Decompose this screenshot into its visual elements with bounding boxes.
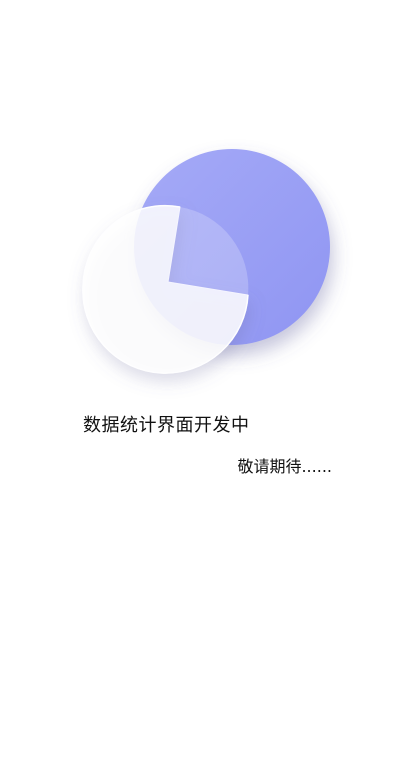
placeholder-subtitle: 敬请期待......	[237, 457, 332, 476]
pie-chart-icon	[82, 149, 330, 374]
pie-chart-illustration	[60, 130, 360, 400]
placeholder-title: 数据统计界面开发中	[83, 415, 250, 436]
